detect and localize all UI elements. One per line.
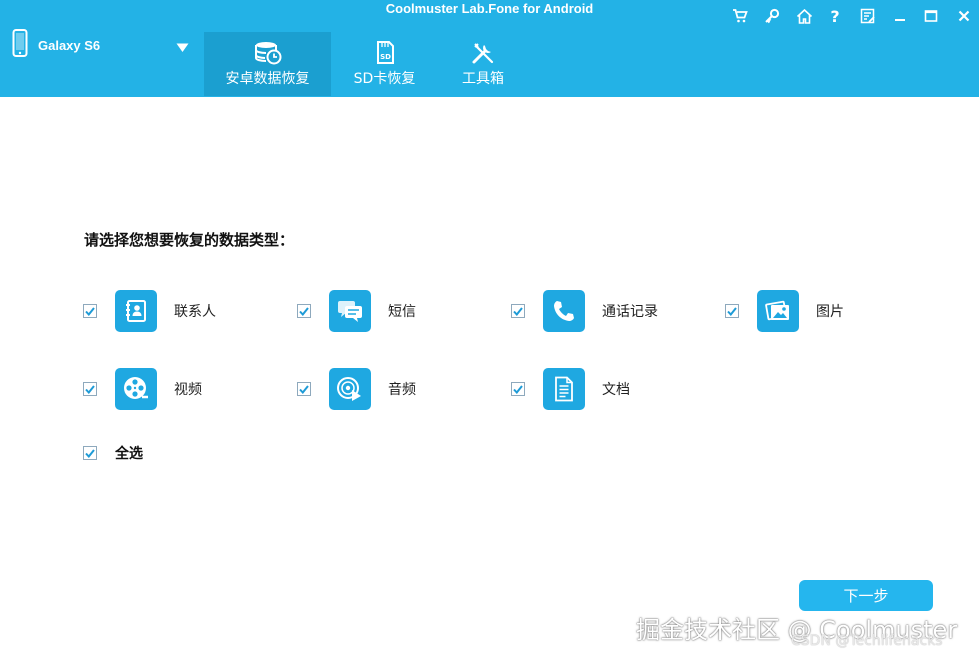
document-icon bbox=[543, 368, 585, 410]
option-label: 文档 bbox=[602, 382, 630, 398]
checkbox[interactable] bbox=[297, 304, 311, 318]
call-log-icon bbox=[543, 290, 585, 332]
device-name: Galaxy S6 bbox=[38, 37, 101, 53]
audio-icon bbox=[329, 368, 371, 410]
key-icon[interactable] bbox=[761, 6, 783, 26]
option-call-log: 通话记录 bbox=[511, 290, 658, 332]
database-clock-icon bbox=[254, 41, 282, 65]
option-label: 联系人 bbox=[174, 304, 216, 320]
checkbox[interactable] bbox=[83, 304, 97, 318]
tab-sd-card-recovery[interactable]: SD SD卡恢复 bbox=[331, 32, 438, 96]
page-title: 请选择您想要恢复的数据类型： bbox=[84, 231, 295, 249]
checkbox[interactable] bbox=[511, 304, 525, 318]
feedback-icon[interactable] bbox=[857, 6, 879, 26]
messages-icon bbox=[329, 290, 371, 332]
checkbox[interactable] bbox=[511, 382, 525, 396]
cart-icon[interactable] bbox=[729, 6, 751, 26]
tab-label: SD卡恢复 bbox=[353, 71, 416, 87]
option-label: 视频 bbox=[174, 382, 202, 398]
maximize-icon[interactable] bbox=[920, 6, 942, 26]
phone-icon bbox=[12, 29, 28, 61]
checkbox[interactable] bbox=[725, 304, 739, 318]
option-label: 音频 bbox=[388, 382, 416, 398]
tab-android-recovery[interactable]: 安卓数据恢复 bbox=[204, 32, 331, 96]
chevron-down-icon[interactable] bbox=[176, 38, 189, 57]
option-label: 通话记录 bbox=[602, 304, 658, 320]
tab-label: 安卓数据恢复 bbox=[225, 71, 310, 87]
title-bar: Coolmuster Lab.Fone for Android ? Galaxy… bbox=[0, 0, 979, 97]
select-all-checkbox[interactable] bbox=[83, 446, 97, 460]
svg-text:SD: SD bbox=[380, 53, 391, 61]
option-label: 图片 bbox=[816, 304, 844, 320]
select-all: 全选 bbox=[83, 432, 143, 474]
close-icon[interactable] bbox=[953, 6, 975, 26]
option-documents: 文档 bbox=[511, 368, 630, 410]
help-icon[interactable]: ? bbox=[824, 6, 846, 26]
minimize-icon[interactable] bbox=[889, 6, 911, 26]
watermark-secondary: CSDN @Techlifehacks bbox=[791, 633, 943, 649]
select-all-label: 全选 bbox=[115, 446, 143, 462]
option-audio: 音频 bbox=[297, 368, 416, 410]
checkbox[interactable] bbox=[83, 382, 97, 396]
device-selector[interactable]: Galaxy S6 bbox=[12, 29, 192, 61]
next-button[interactable]: 下一步 bbox=[799, 580, 933, 611]
option-contacts: 联系人 bbox=[83, 290, 216, 332]
checkbox[interactable] bbox=[297, 382, 311, 396]
option-label: 短信 bbox=[388, 304, 416, 320]
option-messages: 短信 bbox=[297, 290, 416, 332]
video-icon bbox=[115, 368, 157, 410]
photos-icon bbox=[757, 290, 799, 332]
tab-label: 工具箱 bbox=[462, 71, 504, 87]
contacts-icon bbox=[115, 290, 157, 332]
option-video: 视频 bbox=[83, 368, 202, 410]
tab-toolbox[interactable]: 工具箱 bbox=[438, 32, 528, 96]
option-photos: 图片 bbox=[725, 290, 844, 332]
tools-icon bbox=[471, 41, 495, 65]
sd-card-icon: SD bbox=[375, 41, 395, 65]
home-icon[interactable] bbox=[793, 6, 815, 26]
